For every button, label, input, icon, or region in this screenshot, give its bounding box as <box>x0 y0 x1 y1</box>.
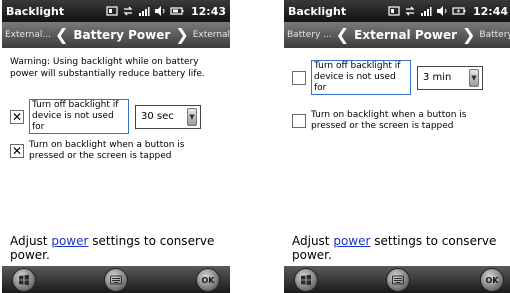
nav-next-page[interactable]: External... <box>190 30 230 40</box>
soft-key-bar: OK <box>2 266 230 293</box>
status-bar: Backlight 12:44 <box>284 0 510 22</box>
battery-warning: Warning: Using backlight while on batter… <box>10 57 205 79</box>
clock[interactable]: 12:43 <box>191 5 226 18</box>
dropdown-arrow-icon[interactable]: ▼ <box>187 107 197 126</box>
battery-power-screen: Backlight 12:43 External... ❮ Battery Po… <box>2 0 230 293</box>
soft-key-bar: OK <box>284 266 510 293</box>
power-link[interactable]: power <box>51 234 88 248</box>
status-bar: Backlight 12:43 <box>2 0 230 22</box>
charging-battery-icon[interactable] <box>452 5 466 17</box>
backlight-on-option: Turn on backlight when a button is press… <box>292 110 471 132</box>
backlight-off-option: ✕ Turn off backlight if device is not us… <box>10 99 201 134</box>
keyboard-icon[interactable] <box>386 268 410 292</box>
timeout-select[interactable]: 3 min ▼ <box>417 65 483 90</box>
sync-arrows-icon[interactable] <box>404 5 416 17</box>
dropdown-arrow-icon[interactable]: ▼ <box>469 68 479 87</box>
connectivity-icon[interactable] <box>106 5 118 17</box>
app-title: Backlight <box>288 4 347 18</box>
backlight-off-checkbox[interactable]: ✕ <box>10 109 24 124</box>
backlight-off-checkbox[interactable] <box>292 70 306 85</box>
ok-button[interactable]: OK <box>196 268 220 292</box>
chevron-left-icon[interactable]: ❮ <box>335 27 350 43</box>
backlight-on-label[interactable]: Turn on backlight when a button is press… <box>311 110 471 132</box>
clock[interactable]: 12:44 <box>473 5 508 18</box>
connectivity-icon[interactable] <box>388 5 400 17</box>
page-nav-bar: Battery ... ❮ External Power ❯ Battery .… <box>284 22 510 48</box>
volume-icon[interactable] <box>436 5 448 17</box>
external-power-screen: Backlight 12:44 Battery ... ❮ External P… <box>284 0 510 293</box>
backlight-on-checkbox[interactable] <box>292 114 306 128</box>
power-link[interactable]: power <box>333 234 370 248</box>
start-windows-icon[interactable] <box>294 268 318 292</box>
footer-help-text: Adjust power settings to conserve power. <box>10 234 215 262</box>
keyboard-icon[interactable] <box>104 268 128 292</box>
timeout-value: 30 sec <box>141 111 174 122</box>
nav-next-page[interactable]: Battery ... <box>476 30 510 40</box>
backlight-on-label[interactable]: Turn on backlight when a button is press… <box>29 140 189 162</box>
battery-icon[interactable] <box>170 5 184 17</box>
page-title: Battery Power <box>73 28 171 42</box>
signal-icon[interactable] <box>420 5 432 17</box>
backlight-off-label[interactable]: Turn off backlight if device is not used… <box>311 60 411 95</box>
volume-icon[interactable] <box>154 5 166 17</box>
timeout-value: 3 min <box>423 72 452 83</box>
backlight-off-label[interactable]: Turn off backlight if device is not used… <box>29 99 129 134</box>
backlight-on-checkbox[interactable]: ✕ <box>10 144 24 158</box>
chevron-right-icon[interactable]: ❯ <box>461 27 476 43</box>
nav-prev-page[interactable]: External... <box>2 30 54 40</box>
ok-button[interactable]: OK <box>480 268 504 292</box>
signal-icon[interactable] <box>138 5 150 17</box>
start-windows-icon[interactable] <box>12 268 36 292</box>
backlight-on-option: ✕ Turn on backlight when a button is pre… <box>10 140 189 162</box>
page-title: External Power <box>354 28 458 42</box>
backlight-off-option: Turn off backlight if device is not used… <box>292 60 483 95</box>
footer-help-text: Adjust power settings to conserve power. <box>292 234 497 262</box>
page-nav-bar: External... ❮ Battery Power ❯ External..… <box>2 22 230 48</box>
chevron-left-icon[interactable]: ❮ <box>54 27 69 43</box>
chevron-right-icon[interactable]: ❯ <box>174 27 189 43</box>
sync-arrows-icon[interactable] <box>122 5 134 17</box>
nav-prev-page[interactable]: Battery ... <box>284 30 335 40</box>
timeout-select[interactable]: 30 sec ▼ <box>135 104 201 129</box>
app-title: Backlight <box>6 4 65 18</box>
